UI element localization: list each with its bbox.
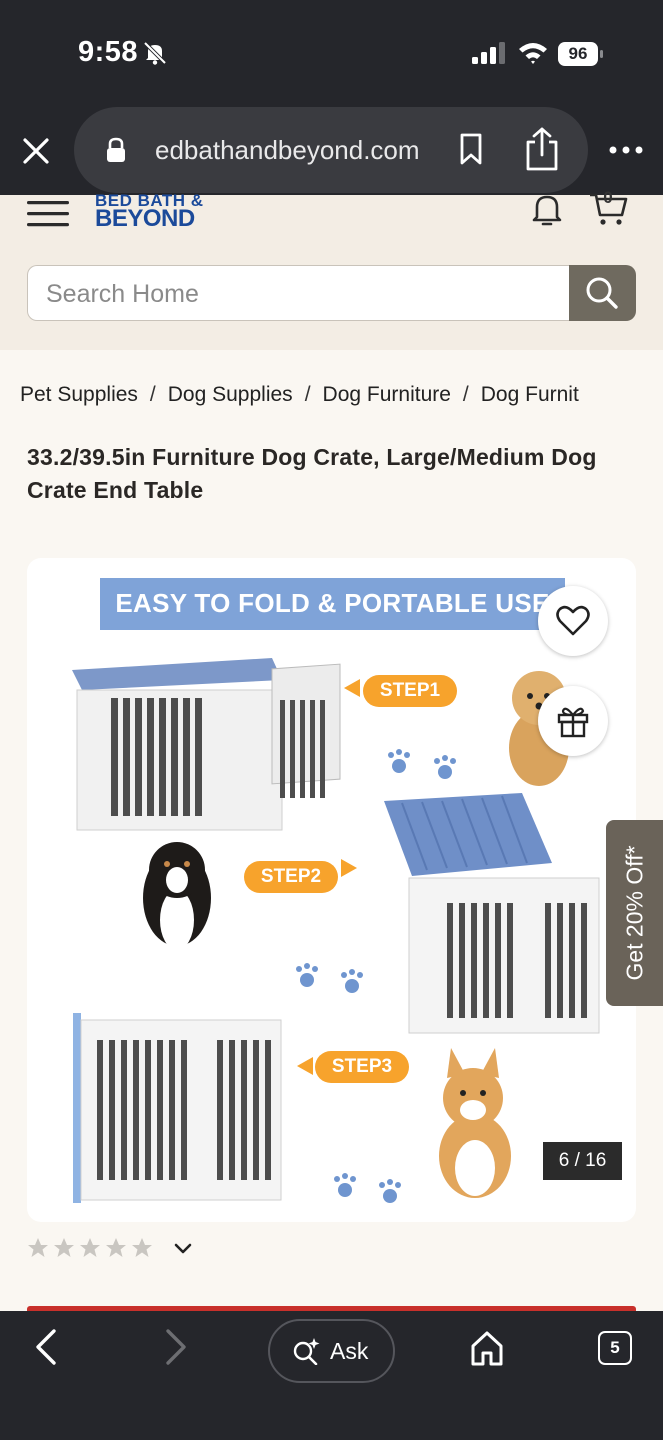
bell-icon[interactable]	[529, 193, 565, 227]
share-icon[interactable]	[524, 127, 560, 171]
menu-icon[interactable]	[27, 199, 69, 229]
image-counter: 6 / 16	[543, 1142, 622, 1180]
heart-icon	[556, 605, 590, 636]
back-icon[interactable]	[32, 1327, 62, 1367]
chevron-down-icon[interactable]	[174, 1242, 192, 1256]
search-input[interactable]: Search Home	[27, 265, 570, 321]
gift-icon	[557, 707, 589, 738]
breadcrumb-item[interactable]: Pet Supplies	[20, 383, 138, 406]
product-title: 33.2/39.5in Furniture Dog Crate, Large/M…	[27, 444, 597, 503]
crate-open-door	[72, 658, 341, 831]
cellular-signal-icon	[472, 42, 505, 64]
lock-icon	[107, 137, 125, 162]
tabs-button[interactable]: 5	[598, 1331, 632, 1365]
ask-sparkle-icon	[293, 1338, 320, 1365]
status-time: 9:58	[78, 36, 139, 68]
wifi-icon	[519, 43, 547, 64]
gift-button[interactable]	[538, 686, 608, 756]
breadcrumb-separator: /	[149, 383, 156, 406]
product-illustration	[72, 658, 600, 1203]
step1-arrow	[344, 679, 360, 697]
favorite-button[interactable]	[538, 586, 608, 656]
rating-stars[interactable]	[27, 1237, 157, 1259]
status-bar: 9:58 96	[0, 0, 663, 105]
battery-level: 96	[568, 44, 588, 63]
url-text[interactable]: edbathandbeyond.com	[155, 135, 420, 166]
close-icon[interactable]	[18, 133, 54, 169]
ask-button[interactable]: Ask	[268, 1319, 395, 1383]
forward-icon[interactable]	[160, 1327, 190, 1367]
more-icon[interactable]	[608, 145, 644, 155]
breadcrumb-separator: /	[462, 383, 469, 406]
bell-slash-icon	[143, 41, 167, 65]
browser-url-row: edbathandbeyond.com	[0, 105, 663, 195]
breadcrumb: Pet Supplies / Dog Supplies / Dog Furniture /…	[20, 383, 663, 407]
step2-arrow	[341, 859, 357, 877]
product-image-gallery[interactable]: EASY TO FOLD & PORTABLE USE STEP1 STEP2 …	[27, 558, 636, 1222]
brand-logo[interactable]: BED BATH & BEYOND	[95, 191, 225, 232]
crate-folded	[73, 1013, 282, 1203]
crate-lid-open	[384, 793, 600, 1034]
breadcrumb-item[interactable]: Dog Supplies	[168, 383, 293, 406]
breadcrumb-item[interactable]: Dog Furniture	[323, 383, 451, 406]
logo-line-2: BEYOND	[95, 205, 195, 232]
step-label-1: STEP1	[363, 675, 457, 707]
ask-label: Ask	[330, 1338, 369, 1364]
breadcrumb-separator: /	[304, 383, 311, 406]
site-header: BED BATH & BEYOND 0 Search Home	[0, 188, 663, 350]
browser-toolbar: Ask 5	[0, 1311, 663, 1440]
breadcrumb-item[interactable]: Dog Furnit	[481, 383, 579, 406]
step-label-2: STEP2	[244, 861, 338, 893]
cart-count: 0	[603, 188, 613, 207]
step3-arrow	[297, 1057, 313, 1075]
promo-label[interactable]: Get 20% Off*	[622, 820, 649, 1006]
search-placeholder: Search Home	[46, 280, 199, 308]
step-label-3: STEP3	[315, 1051, 409, 1083]
dog-3	[439, 1048, 511, 1198]
home-icon[interactable]	[469, 1329, 505, 1367]
search-icon	[586, 277, 618, 309]
dog-2	[143, 842, 211, 950]
search-button[interactable]	[569, 265, 636, 321]
bookmark-icon[interactable]	[458, 133, 484, 165]
